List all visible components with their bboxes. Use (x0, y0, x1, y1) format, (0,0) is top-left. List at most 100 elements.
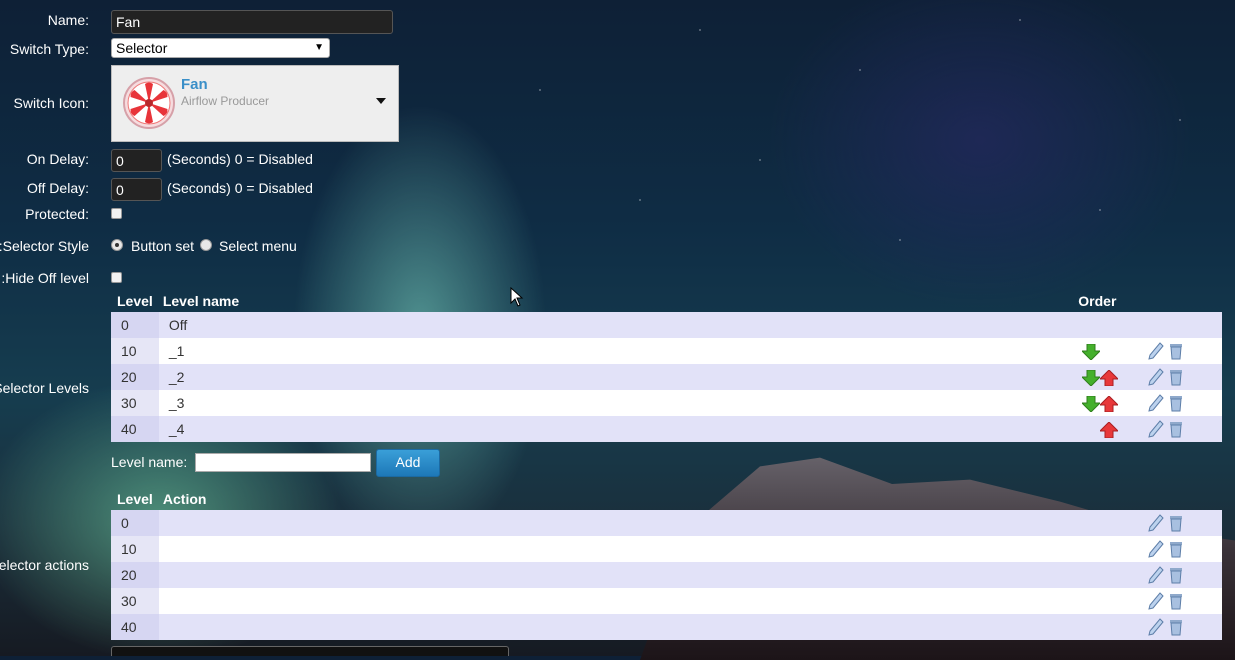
icon-subtitle: Airflow Producer (181, 94, 270, 108)
off-delay-hint: (Seconds) 0 = Disabled (167, 180, 313, 196)
arrow-down-icon[interactable] (1082, 369, 1101, 386)
action-value (158, 536, 1138, 562)
col-action-header: Action (162, 491, 207, 507)
level-name: _1 (158, 338, 1073, 364)
level-name: Off (158, 312, 1073, 338)
level-tools (1137, 364, 1222, 390)
pencil-icon[interactable] (1147, 514, 1164, 532)
level-name-add-label: Level name: (111, 454, 188, 470)
pencil-icon[interactable] (1147, 592, 1164, 610)
on-delay-label: On Delay: (26, 151, 89, 167)
off-delay-label: Off Delay: (27, 180, 89, 196)
off-delay-input[interactable] (111, 178, 162, 201)
arrow-up-icon[interactable] (1100, 421, 1119, 438)
level-tools (1137, 390, 1222, 416)
pencil-icon[interactable] (1148, 368, 1164, 386)
level-name: _4 (158, 416, 1073, 442)
level-row-20: 20 _2 (111, 364, 1222, 390)
arrow-up-icon[interactable] (1100, 369, 1119, 386)
level-row-0: 0 Off (111, 312, 1222, 338)
protected-checkbox[interactable] (111, 208, 122, 219)
mouse-cursor-icon (510, 287, 524, 307)
trash-icon[interactable] (1168, 420, 1184, 438)
style-select-menu-radio[interactable] (200, 239, 212, 251)
pencil-icon[interactable] (1147, 618, 1164, 636)
pencil-icon[interactable] (1147, 540, 1164, 558)
col-order-header: Order (1078, 293, 1117, 309)
level-order (1072, 416, 1138, 442)
dropdown-caret-icon (376, 98, 386, 104)
arrow-down-icon[interactable] (1082, 395, 1101, 412)
action-row-10: 10 (111, 536, 1222, 562)
style-button-set-radio[interactable] (111, 239, 123, 251)
level-tools (1137, 338, 1222, 364)
col-level-name-header: Level name (162, 293, 240, 309)
trash-icon[interactable] (1168, 342, 1184, 360)
style-button-set-label: Button set (131, 238, 195, 254)
level-value: 0 (111, 312, 159, 338)
order-spacer (1082, 422, 1100, 438)
action-level: 10 (111, 536, 159, 562)
col-tools-header (1138, 290, 1222, 312)
name-label: Name: (47, 12, 89, 28)
action-tools (1137, 588, 1222, 614)
level-value: 10 (111, 338, 159, 364)
protected-label: Protected: (25, 206, 89, 222)
action-tools (1137, 510, 1222, 536)
level-row-40: 40 _4 (111, 416, 1222, 442)
level-order (1072, 312, 1138, 338)
col-tools-header (1138, 488, 1222, 510)
action-row-40: 40 (111, 614, 1222, 640)
name-input[interactable] (111, 10, 393, 34)
selector-style-label: Selector Style: (0, 238, 89, 254)
fan-icon (123, 77, 175, 129)
pencil-icon[interactable] (1148, 420, 1164, 438)
actions-table: Level Action 0 10 20 30 40 (111, 488, 1222, 640)
trash-icon[interactable] (1168, 368, 1184, 386)
pencil-icon[interactable] (1148, 394, 1164, 412)
col-level-header: Level (117, 491, 153, 507)
col-level-header: Level (117, 293, 153, 309)
switch-icon-picker[interactable]: Fan Airflow Producer (111, 65, 399, 142)
level-value: 40 (111, 416, 159, 442)
switch-type-select[interactable]: Selector ▼ (111, 38, 330, 58)
arrow-up-icon[interactable] (1100, 395, 1119, 412)
selector-actions-label: Selector actions: (0, 557, 89, 573)
on-delay-hint: (Seconds) 0 = Disabled (167, 151, 313, 167)
action-level: 30 (111, 588, 159, 614)
hide-off-checkbox[interactable] (111, 272, 122, 283)
pencil-icon[interactable] (1148, 342, 1164, 360)
trash-icon[interactable] (1168, 592, 1184, 610)
selector-levels-label: Selector Levels: (0, 380, 89, 396)
action-value (158, 510, 1138, 536)
arrow-down-icon[interactable] (1082, 343, 1101, 360)
next-field-input[interactable] (111, 646, 509, 656)
action-level: 0 (111, 510, 159, 536)
level-value: 20 (111, 364, 159, 390)
level-row-10: 10 _1 (111, 338, 1222, 364)
trash-icon[interactable] (1168, 566, 1184, 584)
trash-icon[interactable] (1168, 618, 1184, 636)
level-name-add-input[interactable] (195, 453, 371, 472)
action-level: 40 (111, 614, 159, 640)
icon-title: Fan (181, 76, 208, 93)
chevron-down-icon: ▼ (314, 42, 324, 53)
action-tools (1137, 562, 1222, 588)
level-order (1072, 364, 1138, 390)
action-tools (1137, 614, 1222, 640)
action-row-0: 0 (111, 510, 1222, 536)
pencil-icon[interactable] (1147, 566, 1164, 584)
trash-icon[interactable] (1168, 514, 1184, 532)
level-order (1072, 338, 1138, 364)
action-value (158, 588, 1138, 614)
add-level-button[interactable]: Add (376, 449, 440, 477)
action-row-30: 30 (111, 588, 1222, 614)
on-delay-input[interactable] (111, 149, 162, 172)
switch-type-value: Selector (116, 40, 168, 56)
action-row-20: 20 (111, 562, 1222, 588)
trash-icon[interactable] (1168, 540, 1184, 558)
level-tools (1137, 312, 1222, 338)
level-order (1072, 390, 1138, 416)
level-row-30: 30 _3 (111, 390, 1222, 416)
trash-icon[interactable] (1168, 394, 1184, 412)
